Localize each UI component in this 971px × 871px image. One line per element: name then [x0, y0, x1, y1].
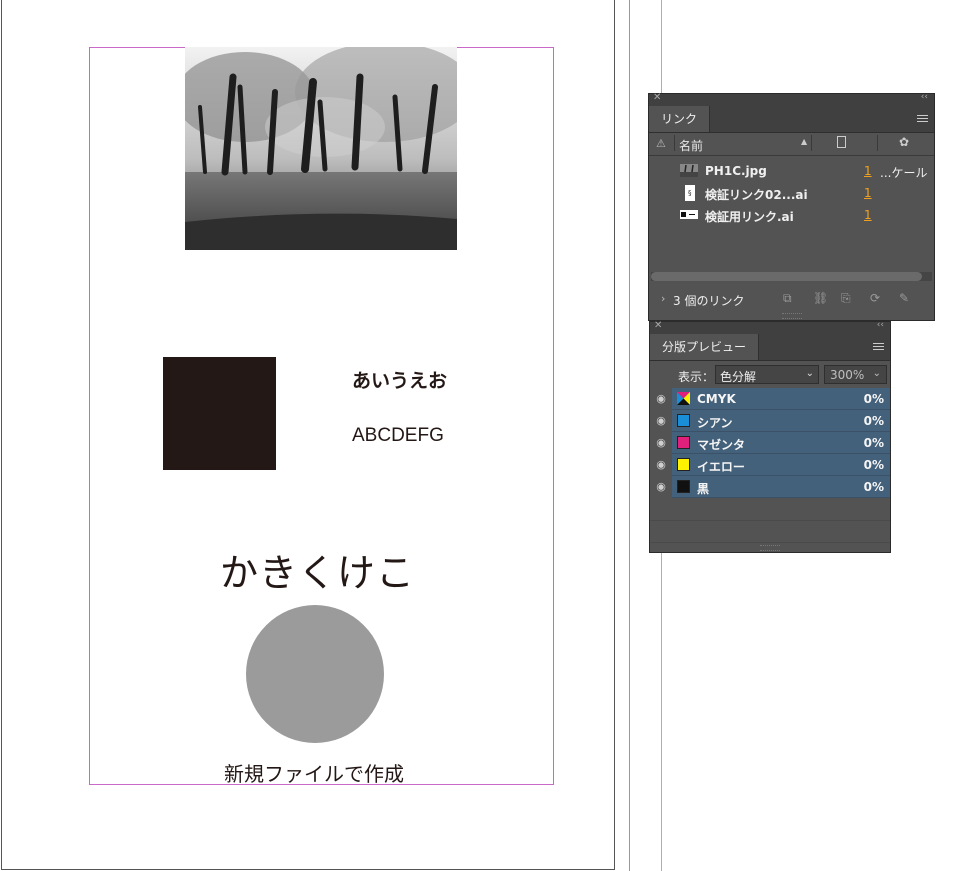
- panel-menu-icon[interactable]: [873, 343, 884, 351]
- bleed-guide-line: [629, 0, 630, 871]
- eye-icon[interactable]: ◉: [650, 388, 672, 410]
- separation-row-cyan[interactable]: ◉ シアン 0%: [650, 410, 890, 432]
- collapse-icon[interactable]: ‹‹: [877, 320, 884, 330]
- tab-separations-preview[interactable]: 分版プレビュー: [650, 334, 760, 360]
- eye-icon[interactable]: ◉: [650, 432, 672, 454]
- link-row[interactable]: 検証用リンク.ai 1: [649, 204, 934, 226]
- cmyk-icon: [677, 392, 690, 405]
- resize-grip[interactable]: [760, 545, 780, 551]
- link-name: PH1C.jpg: [705, 164, 767, 178]
- link-page-number[interactable]: 1: [864, 164, 872, 178]
- chevron-right-icon[interactable]: ›: [661, 292, 665, 305]
- link-count: 3 個のリンク: [673, 294, 745, 308]
- artwork-thumbnail-icon: [680, 210, 698, 219]
- tab-bar: 分版プレビュー: [650, 334, 890, 361]
- text-frame-caption[interactable]: 新規ファイルで作成: [224, 758, 404, 787]
- separation-name: マゼンタ: [697, 438, 746, 452]
- document-thumbnail-icon: §: [685, 185, 695, 201]
- tab-links[interactable]: リンク: [649, 106, 711, 132]
- panel-title-bar[interactable]: ✕ ‹‹: [650, 320, 890, 334]
- separation-row-black[interactable]: ◉ 黒 0%: [650, 476, 890, 498]
- zoom-value: 300%: [830, 368, 865, 382]
- text-frame-hiragana[interactable]: あいうえお: [352, 366, 447, 393]
- link-name: 検証リンク02...ai: [705, 188, 808, 202]
- link-page-number[interactable]: 1: [864, 186, 872, 200]
- horizontal-scrollbar[interactable]: [651, 272, 922, 281]
- separation-row-yellow[interactable]: ◉ イエロー 0%: [650, 454, 890, 476]
- photo-thumbnail-icon: [680, 164, 698, 177]
- view-mode-dropdown[interactable]: 色分解 ⌄: [715, 365, 819, 384]
- links-panel: ✕ ‹‹ リンク ⚠ 名前 ▲ ✿ PH1C.jpg 1 ...ケール § 検証…: [648, 92, 935, 321]
- link-extra: ...ケール: [880, 166, 928, 180]
- tab-bar: リンク: [649, 106, 934, 133]
- separation-percent: 0%: [863, 480, 884, 494]
- page-icon[interactable]: [837, 136, 846, 148]
- eye-icon[interactable]: ◉: [650, 476, 672, 498]
- panel-title-bar[interactable]: ✕ ‹‹: [649, 92, 934, 106]
- edit-original-icon[interactable]: ✎: [899, 291, 909, 305]
- close-icon[interactable]: ✕: [653, 92, 661, 103]
- panel-menu-icon[interactable]: [917, 115, 928, 123]
- collapse-icon[interactable]: ‹‹: [921, 92, 928, 102]
- view-mode-value: 色分解: [720, 370, 757, 384]
- yellow-swatch: [677, 458, 690, 471]
- link-page-number[interactable]: 1: [864, 208, 872, 222]
- separation-name: 黒: [697, 482, 710, 496]
- update-link-icon[interactable]: ⟳: [870, 291, 880, 305]
- text-frame-alphabet[interactable]: ABCDEFG: [352, 425, 444, 447]
- palette-icon[interactable]: ✿: [899, 135, 909, 149]
- magenta-swatch: [677, 436, 690, 449]
- separation-percent: 0%: [863, 392, 884, 406]
- view-row: 表示： 色分解 ⌄ 300% ⌄: [650, 362, 890, 388]
- separation-row-magenta[interactable]: ◉ マゼンタ 0%: [650, 432, 890, 454]
- separation-name: シアン: [697, 416, 733, 430]
- chevron-down-icon: ⌄: [872, 368, 881, 379]
- separation-row-cmyk[interactable]: ◉ CMYK 0%: [650, 388, 890, 410]
- gray-circle[interactable]: [246, 605, 384, 743]
- separation-percent: 0%: [863, 414, 884, 428]
- svg-text:§: §: [688, 189, 692, 197]
- resize-grip[interactable]: [781, 313, 802, 319]
- warning-icon[interactable]: ⚠: [656, 137, 666, 150]
- eye-icon[interactable]: ◉: [650, 410, 672, 432]
- links-footer: › 3 個のリンク ⧉ ⛓ ⎘ ⟳ ✎: [649, 288, 934, 310]
- links-column-header: ⚠ 名前 ▲ ✿: [649, 133, 934, 156]
- chevron-down-icon: ⌄: [805, 368, 814, 379]
- empty-row: [650, 520, 890, 543]
- go-to-link-icon[interactable]: ⎘: [841, 291, 851, 306]
- eye-icon[interactable]: ◉: [650, 454, 672, 476]
- sort-ascending-icon[interactable]: ▲: [801, 137, 807, 146]
- relink-icon[interactable]: ⛓: [813, 291, 828, 305]
- link-row[interactable]: PH1C.jpg 1 ...ケール: [649, 160, 934, 182]
- column-name-header[interactable]: 名前: [679, 137, 703, 154]
- cyan-swatch: [677, 414, 690, 427]
- text-frame-kakikukeko[interactable]: かきくけこ: [220, 542, 415, 597]
- link-row[interactable]: § 検証リンク02...ai 1: [649, 182, 934, 204]
- close-icon[interactable]: ✕: [654, 320, 662, 331]
- black-rectangle[interactable]: [163, 357, 276, 470]
- view-label: 表示：: [678, 370, 715, 384]
- empty-row: [650, 498, 890, 521]
- separation-percent: 0%: [863, 436, 884, 450]
- zoom-dropdown[interactable]: 300% ⌄: [824, 365, 887, 384]
- black-swatch: [677, 480, 690, 493]
- link-name: 検証用リンク.ai: [705, 210, 794, 224]
- relink-cc-icon[interactable]: ⧉: [783, 291, 792, 306]
- separation-name: イエロー: [697, 460, 745, 474]
- separations-preview-panel: ✕ ‹‹ 分版プレビュー 表示： 色分解 ⌄ 300% ⌄ ◉ CMYK 0% …: [649, 320, 891, 553]
- separation-percent: 0%: [863, 458, 884, 472]
- placed-photo-park[interactable]: [185, 47, 457, 250]
- separation-name: CMYK: [697, 392, 736, 406]
